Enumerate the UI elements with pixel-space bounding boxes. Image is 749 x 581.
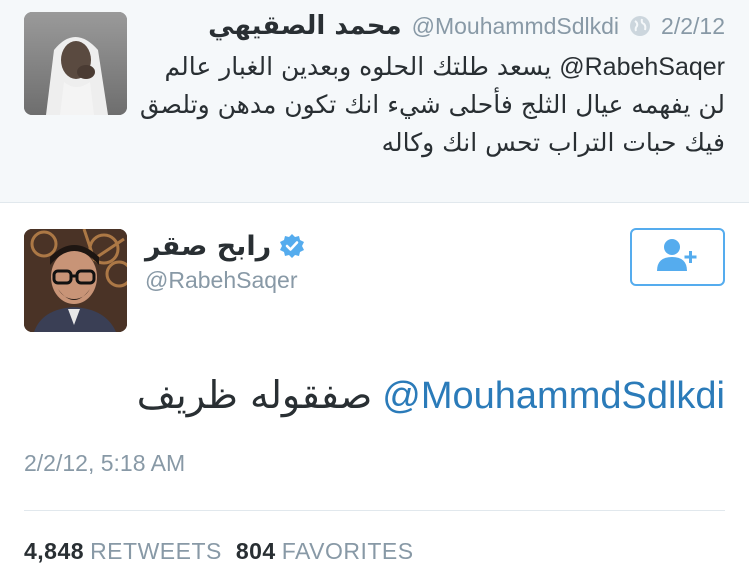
author-handle[interactable]: @RabehSaqer: [145, 267, 545, 294]
favorites-label: FAVORITES: [281, 538, 414, 564]
retweets-stat[interactable]: 4,848 RETWEETS: [24, 538, 222, 565]
parent-header: محمد الصقيهي @MouhammdSdlkdi 2/2/12: [208, 10, 725, 42]
avatar-photo-icon: [24, 229, 127, 332]
parent-avatar[interactable]: [24, 12, 127, 115]
follow-user-icon: [655, 238, 701, 277]
tweet-timestamp[interactable]: 2/2/12, 5:18 AM: [24, 450, 185, 477]
author-avatar[interactable]: [24, 229, 127, 332]
retweets-label: RETWEETS: [90, 538, 222, 564]
divider: [24, 510, 725, 511]
avatar-photo-icon: [24, 12, 127, 115]
follow-button[interactable]: [630, 228, 725, 286]
tweet-stats: 4,848 RETWEETS 804 FAVORITES: [24, 538, 414, 565]
author-row: رابح صقر: [145, 229, 545, 263]
verified-badge-icon: [279, 233, 305, 259]
parent-author-name[interactable]: محمد الصقيهي: [208, 11, 401, 41]
parent-tweet-text: @RabehSaqer يسعد طلتك الحلوه وبعدين الغب…: [135, 48, 725, 162]
author-name[interactable]: رابح صقر: [145, 231, 271, 262]
retweets-count: 4,848: [24, 538, 85, 564]
favorites-count: 804: [235, 538, 276, 564]
globe-icon: [629, 15, 651, 37]
tweet-mention[interactable]: @MouhammdSdlkdi: [382, 375, 725, 417]
parent-author-handle[interactable]: @MouhammdSdlkdi: [412, 13, 619, 40]
author-block: رابح صقر @RabehSaqer: [145, 229, 545, 294]
tweet-text: صفقوله ظريف @MouhammdSdlkdi: [25, 370, 725, 421]
parent-tweet[interactable]: محمد الصقيهي @MouhammdSdlkdi 2/2/12 @Rab…: [0, 0, 749, 203]
tweet-text-body: صفقوله ظريف: [136, 373, 373, 417]
parent-date[interactable]: 2/2/12: [661, 13, 725, 40]
favorites-stat[interactable]: 804 FAVORITES: [236, 538, 414, 565]
parent-mention[interactable]: @RabehSaqer: [559, 53, 725, 81]
